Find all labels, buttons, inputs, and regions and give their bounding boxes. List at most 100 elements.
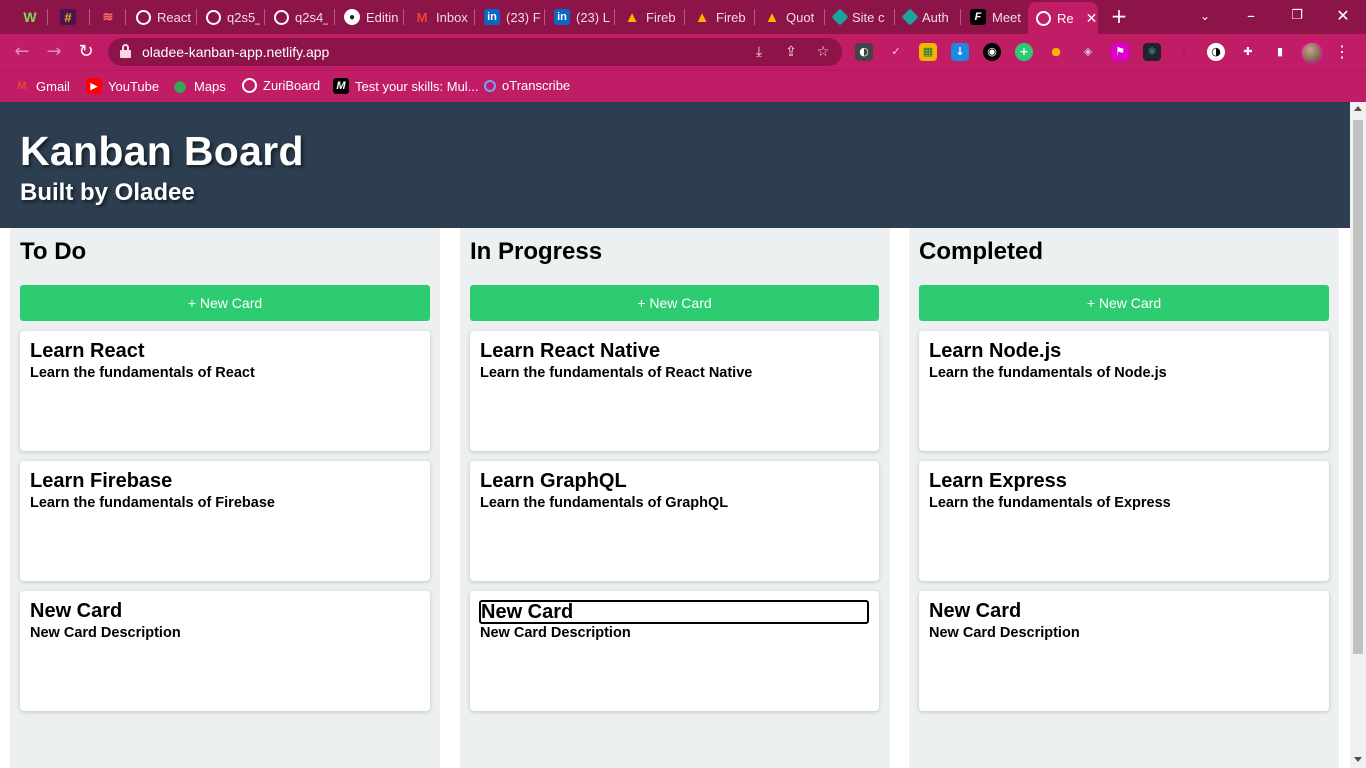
card-title[interactable]: Learn Express [929,470,1067,493]
puzzle-icon[interactable]: ✚ [1239,43,1257,61]
close-tab-icon[interactable]: ✕ [1086,10,1098,27]
card-title[interactable]: Learn GraphQL [480,470,627,493]
tab-q2s5[interactable]: q2s5_ [198,4,260,30]
extension-icon[interactable]: ✦ [1175,43,1193,61]
card[interactable]: New Card New Card Description [20,591,430,711]
card[interactable]: Learn React Learn the fundamentals of Re… [20,331,430,451]
card-title[interactable]: Learn Node.js [929,340,1061,363]
side-panel-icon[interactable]: ▮ [1271,43,1289,61]
restore-icon[interactable]: ❐ [1282,4,1312,28]
tab-label: Fireb [716,9,746,25]
tab-react[interactable]: React [128,4,192,30]
install-app-icon[interactable]: ⤓ [750,44,768,60]
tab-stack[interactable]: ≋ [92,4,126,30]
firebase-icon: ▲ [764,8,780,26]
scroll-up-arrow-icon[interactable] [1354,106,1362,111]
card-title[interactable]: New Card [30,600,122,623]
new-card-button[interactable]: + New Card [470,285,879,321]
bookmark-label: YouTube [108,78,160,94]
tab-active-kanban[interactable]: Re ✕ [1028,2,1098,34]
tab-github[interactable]: ● Editin [336,4,400,30]
tab-netlify-2[interactable]: Auth [896,4,958,30]
extension-icon[interactable]: ◑ [1207,43,1225,61]
card-description[interactable]: Learn the fundamentals of GraphQL [480,495,728,511]
bookmark-mdn[interactable]: M Test your skills: Mul... [333,78,479,94]
extension-icon[interactable]: ◈ [1079,43,1097,61]
extension-icon[interactable]: ◐ [855,43,873,61]
card-description[interactable]: Learn the fundamentals of Node.js [929,365,1167,381]
scrollbar-thumb[interactable] [1353,120,1363,654]
share-icon[interactable]: ⇪ [782,44,800,60]
scroll-down-arrow-icon[interactable] [1354,757,1362,762]
react-devtools-icon[interactable]: ⚛ [1143,43,1161,61]
bookmark-youtube[interactable]: ▶ YouTube [86,78,159,94]
card-title[interactable]: Learn Firebase [30,470,172,493]
tab-label: Editin [366,9,399,25]
tab-separator [684,9,685,25]
forward-arrow-icon[interactable]: → [42,40,66,64]
page-scrollbar[interactable] [1350,102,1366,768]
globe-icon [242,78,257,93]
tab-firebase-1[interactable]: ▲ Fireb [616,4,682,30]
card-title[interactable]: Learn React [30,340,145,363]
card-description[interactable]: New Card Description [929,625,1080,641]
bookmark-gmail[interactable]: M Gmail [14,78,70,94]
card-editing[interactable]: New Card Description [470,591,879,711]
tab-q2s4[interactable]: q2s4_ [266,4,328,30]
back-arrow-icon[interactable]: ← [10,40,34,64]
browser-menu-icon[interactable]: ⋮ [1334,42,1350,62]
tab-separator [614,9,615,25]
address-bar[interactable]: oladee-kanban-app.netlify.app ⤓ ⇪ ☆ [108,38,842,66]
card-description[interactable]: Learn the fundamentals of React Native [480,365,752,381]
new-card-button[interactable]: + New Card [20,285,430,321]
github-icon: ● [344,9,360,25]
new-card-button[interactable]: + New Card [919,285,1329,321]
extension-icon[interactable]: ⚑ [1111,43,1129,61]
extension-icon[interactable]: ● [1047,43,1065,61]
column-title: In Progress [470,238,603,265]
reload-icon[interactable]: ↻ [74,40,98,64]
check-extension-icon[interactable]: ✓ [887,43,905,61]
tab-slack[interactable]: # [52,4,86,30]
card[interactable]: Learn React Native Learn the fundamental… [470,331,879,451]
card-title[interactable]: Learn React Native [480,340,660,363]
close-window-icon[interactable]: ✕ [1328,4,1358,28]
bookmark-otranscribe[interactable]: oTranscribe [484,78,570,93]
download-extension-icon[interactable]: ↓ [951,43,969,61]
tab-label: Fireb [646,9,676,25]
eye-extension-icon[interactable]: ◉ [983,43,1001,61]
bookmark-maps[interactable]: ⬤ Maps [172,78,226,94]
card[interactable]: Learn Express Learn the fundamentals of … [919,461,1329,581]
tab-label: q2s4_ [295,9,328,25]
new-tab-button[interactable]: + [1108,6,1130,28]
card[interactable]: New Card New Card Description [919,591,1329,711]
add-extension-icon[interactable]: + [1015,43,1033,61]
tab-linkedin-2[interactable]: in (23) L [546,4,612,30]
linkedin-icon: in [554,9,570,25]
card-description[interactable]: Learn the fundamentals of React [30,365,255,381]
tab-meet[interactable]: F Meet [962,4,1026,30]
page-viewport: Kanban Board Built by Oladee To Do + New… [0,102,1350,768]
bookmark-star-icon[interactable]: ☆ [814,44,832,60]
tab-search-icon[interactable]: ⌄ [1190,4,1220,28]
card-title[interactable]: New Card [929,600,1021,623]
card-description[interactable]: New Card Description [480,625,631,641]
minimize-icon[interactable]: – [1236,4,1266,28]
extension-icon[interactable]: ▦ [919,43,937,61]
card[interactable]: Learn Firebase Learn the fundamentals of… [20,461,430,581]
column-in-progress: In Progress + New Card Learn React Nativ… [460,228,890,768]
card[interactable]: Learn Node.js Learn the fundamentals of … [919,331,1329,451]
bookmark-zuriboard[interactable]: ZuriBoard [242,78,320,93]
card[interactable]: Learn GraphQL Learn the fundamentals of … [470,461,879,581]
tab-inbox[interactable]: M Inbox [406,4,472,30]
profile-avatar[interactable] [1301,42,1323,64]
card-description[interactable]: Learn the fundamentals of Express [929,495,1171,511]
card-description[interactable]: New Card Description [30,625,181,641]
card-title-input[interactable] [479,600,869,624]
tab-netlify-1[interactable]: Site c [826,4,892,30]
tab-firebase-3[interactable]: ▲ Quot [756,4,822,30]
tab-firebase-2[interactable]: ▲ Fireb [686,4,752,30]
tab-w[interactable]: W [14,4,44,30]
tab-linkedin-1[interactable]: in (23) F [476,4,542,30]
card-description[interactable]: Learn the fundamentals of Firebase [30,495,275,511]
